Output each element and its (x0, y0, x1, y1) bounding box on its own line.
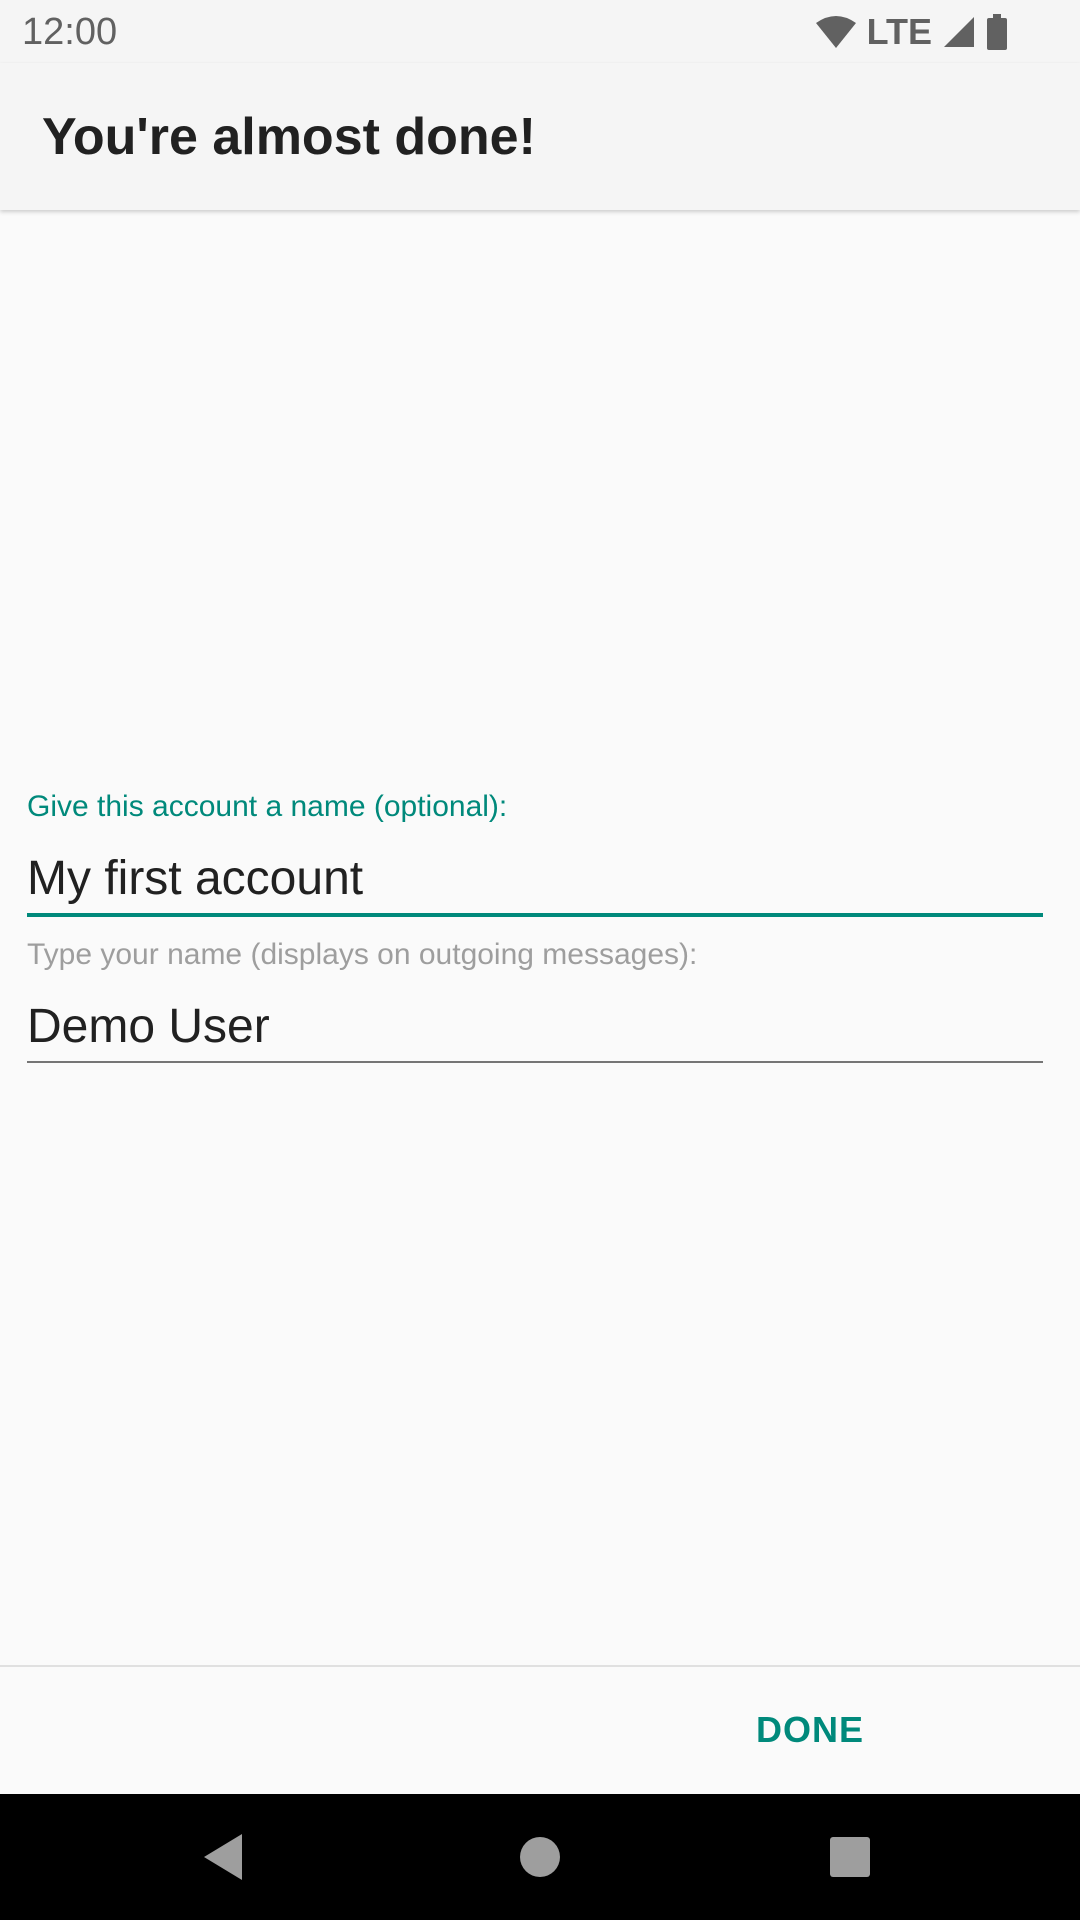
account-name-input[interactable] (27, 843, 1043, 913)
your-name-label: Type your name (displays on outgoing mes… (27, 938, 698, 971)
page-title: You're almost done! (42, 108, 536, 166)
status-bar: 12:00 LTE (0, 0, 1080, 63)
battery-icon (986, 14, 1008, 50)
your-name-input[interactable] (27, 991, 1043, 1061)
wifi-icon (815, 15, 857, 49)
app-bar: You're almost done! (0, 63, 1080, 210)
home-icon[interactable] (507, 1824, 573, 1890)
account-name-label: Give this account a name (optional): (27, 790, 508, 823)
status-icons: LTE (815, 12, 1008, 52)
back-icon[interactable] (190, 1824, 256, 1890)
recents-icon[interactable] (817, 1824, 883, 1890)
done-button[interactable]: DONE (738, 1691, 882, 1769)
screen: 12:00 LTE You're almost done! Give this … (0, 0, 1080, 1920)
cell-signal-icon (942, 15, 976, 49)
status-time: 12:00 (22, 11, 118, 53)
network-type-label: LTE (866, 11, 932, 52)
your-name-underline (27, 1061, 1043, 1063)
navigation-bar (0, 1794, 1080, 1920)
button-bar: DONE (0, 1667, 1080, 1794)
account-name-underline (27, 913, 1043, 917)
